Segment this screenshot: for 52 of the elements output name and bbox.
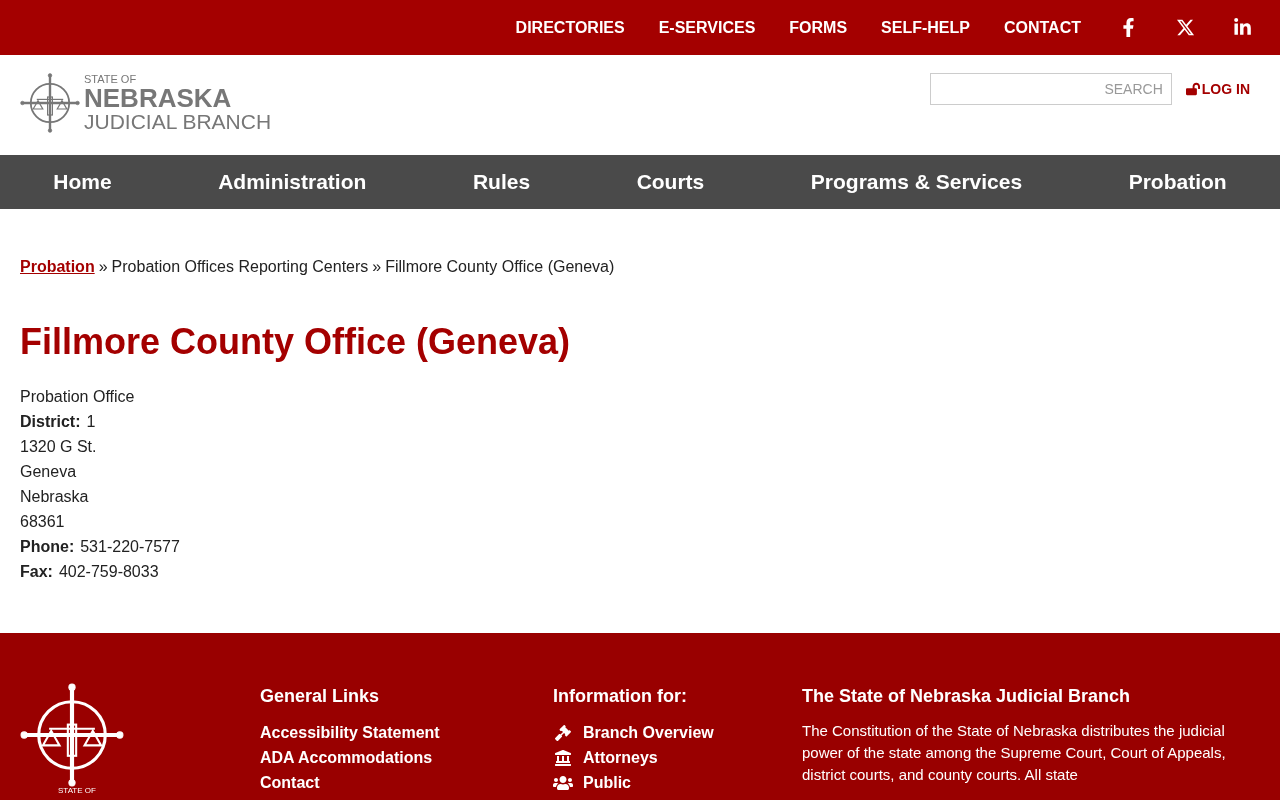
footer-link[interactable]: Accessibility Statement [260, 720, 553, 745]
logo-text: STATE OF [84, 74, 138, 85]
footer-heading: The State of Nebraska Judicial Branch [802, 685, 1132, 708]
top-link[interactable]: FORMS [789, 15, 848, 40]
detail-value: 402-759-8033 [58, 562, 159, 582]
footer-link[interactable]: Contact [260, 770, 553, 795]
detail-value: 1320 G St. [20, 437, 97, 457]
logo-text: NEBRASKA [84, 85, 233, 111]
nav-item[interactable]: Courts [636, 166, 705, 198]
footer-link[interactable]: Public [553, 770, 802, 795]
top-link[interactable]: SELF-HELP [881, 15, 970, 40]
detail-label: Fax: [20, 562, 53, 582]
linkedin-icon[interactable] [1233, 18, 1252, 37]
detail-value: 1 [86, 412, 96, 432]
top-link[interactable]: E-SERVICES [658, 15, 756, 40]
breadcrumb-link[interactable]: Probation [20, 255, 95, 279]
logo-text: STATE OF [58, 787, 96, 795]
gavel-icon [553, 724, 573, 741]
nav-item[interactable]: Administration [218, 166, 367, 198]
nav-item[interactable]: Rules [472, 166, 531, 198]
breadcrumb-item: Probation Offices Reporting Centers [111, 257, 369, 277]
footer-heading: General Links [260, 685, 381, 708]
detail-value: 68361 [20, 512, 65, 532]
building-icon [553, 749, 573, 766]
top-link[interactable]: CONTACT [1003, 15, 1081, 40]
logo-text: JUDICIAL BRANCH [84, 111, 272, 132]
footer-heading: Information for: [553, 685, 688, 708]
top-link[interactable]: DIRECTORIES [515, 15, 625, 40]
detail-label: District: [20, 412, 81, 432]
x-icon[interactable] [1176, 18, 1195, 37]
nav-item[interactable]: Probation [1128, 166, 1227, 198]
breadcrumb-separator: » [372, 257, 382, 277]
people-icon [553, 774, 573, 791]
detail-label: Phone: [20, 537, 75, 557]
footer-link[interactable]: Branch Overview [553, 720, 802, 745]
detail-value: Nebraska [20, 487, 89, 507]
login-link[interactable]: LOG IN [1185, 78, 1250, 100]
detail-value: Probation Office [20, 387, 135, 407]
detail-value: Geneva [20, 462, 77, 482]
about-text: The Constitution of the State of Nebraska distributes the judicial power of the state among the Supreme Court, Court of Appeals, district courts, and county courts. All state [802, 721, 1227, 785]
detail-value: 531-220-7577 [80, 537, 180, 557]
breadcrumb-separator: » [98, 257, 108, 277]
lock-icon [1185, 82, 1200, 96]
nav-item[interactable]: Programs & Services [810, 166, 1023, 198]
seal-icon [20, 73, 80, 133]
page-title: Fillmore County Office (Geneva) [20, 320, 572, 364]
search-field[interactable]: SEARCH [929, 73, 1172, 105]
footer-link[interactable]: ADA Accommodations [260, 745, 553, 770]
breadcrumb-item: Fillmore County Office (Geneva) [385, 257, 615, 277]
footer-link[interactable]: Attorneys [553, 745, 802, 770]
nav-item[interactable]: Home [53, 166, 112, 198]
seal-icon [20, 683, 124, 787]
